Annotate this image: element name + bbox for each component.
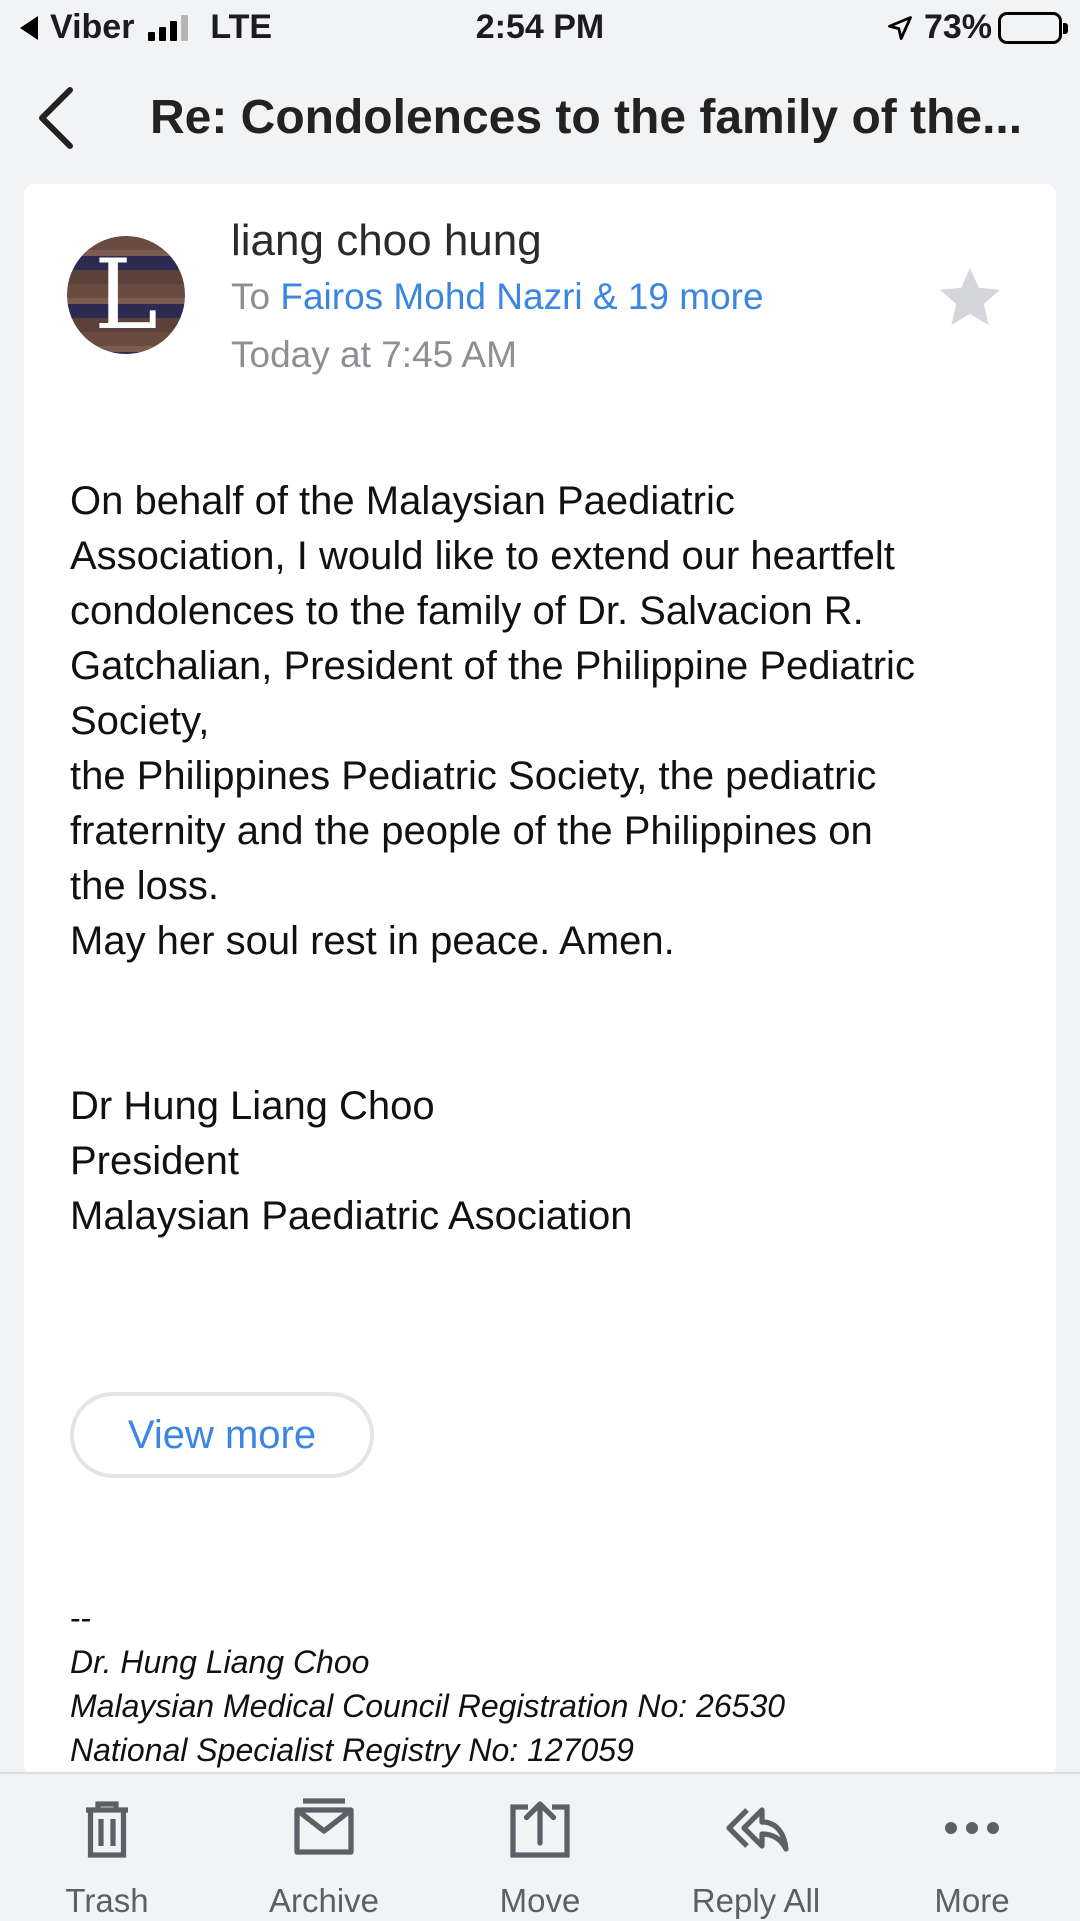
message-header: Re: Condolences to the family of the... <box>0 70 1080 170</box>
more-label: More <box>934 1882 1010 1919</box>
signature-name: Dr. Hung Liang Choo <box>70 1644 370 1680</box>
sent-date: Today at 7:45 AM <box>231 334 517 375</box>
status-right: 73% <box>886 8 1068 47</box>
reply-all-icon <box>726 1807 789 1852</box>
trash-icon <box>86 1801 128 1858</box>
more-icon <box>945 1822 999 1834</box>
avatar[interactable]: L <box>67 236 185 354</box>
move-button[interactable]: Move <box>450 1792 630 1920</box>
avatar-letter: L <box>94 239 158 351</box>
status-bar: Viber LTE 2:54 PM 73% <box>0 0 1080 60</box>
bottom-toolbar: Trash Archive Move Reply All More <box>0 1772 1080 1921</box>
to-label: To <box>231 276 271 317</box>
back-button[interactable] <box>30 78 90 158</box>
recipients-link[interactable]: Fairos Mohd Nazri & 19 more <box>280 276 763 317</box>
body-paragraph: On behalf of the Malaysian Paediatric As… <box>70 479 915 963</box>
archive-button[interactable]: Archive <box>234 1792 414 1920</box>
signature-block: -- Dr. Hung Liang Choo Malaysian Medical… <box>70 1596 1030 1772</box>
closing-block: Dr Hung Liang Choo President Malaysian P… <box>70 1084 633 1238</box>
move-label: Move <box>499 1882 581 1919</box>
signature-nsr: National Specialist Registry No: 127059 <box>70 1732 634 1768</box>
subject-title: Re: Condolences to the family of the... <box>150 91 1023 144</box>
reply-all-button[interactable]: Reply All <box>666 1792 846 1920</box>
location-icon <box>888 15 912 40</box>
message-card: L liang choo hung To Fairos Mohd Nazri &… <box>24 184 1056 1774</box>
sender-name[interactable]: liang choo hung <box>231 216 542 266</box>
signature-mmc: Malaysian Medical Council Registration N… <box>70 1688 786 1724</box>
archive-icon <box>294 1798 354 1855</box>
signature-dash: -- <box>70 1600 92 1636</box>
trash-label: Trash <box>65 1882 149 1919</box>
recipients-line: To Fairos Mohd Nazri & 19 more <box>231 276 764 318</box>
star-icon[interactable] <box>934 262 1006 334</box>
battery-percent: 73% <box>923 8 992 46</box>
trash-button[interactable]: Trash <box>17 1792 197 1920</box>
archive-label: Archive <box>268 1882 380 1919</box>
move-icon <box>510 1801 570 1858</box>
message-body: On behalf of the Malaysian Paediatric As… <box>70 474 1020 1244</box>
battery-icon <box>998 11 1068 44</box>
more-button[interactable]: More <box>882 1792 1062 1920</box>
reply-all-label: Reply All <box>691 1882 821 1919</box>
view-more-button[interactable]: View more <box>70 1392 374 1478</box>
